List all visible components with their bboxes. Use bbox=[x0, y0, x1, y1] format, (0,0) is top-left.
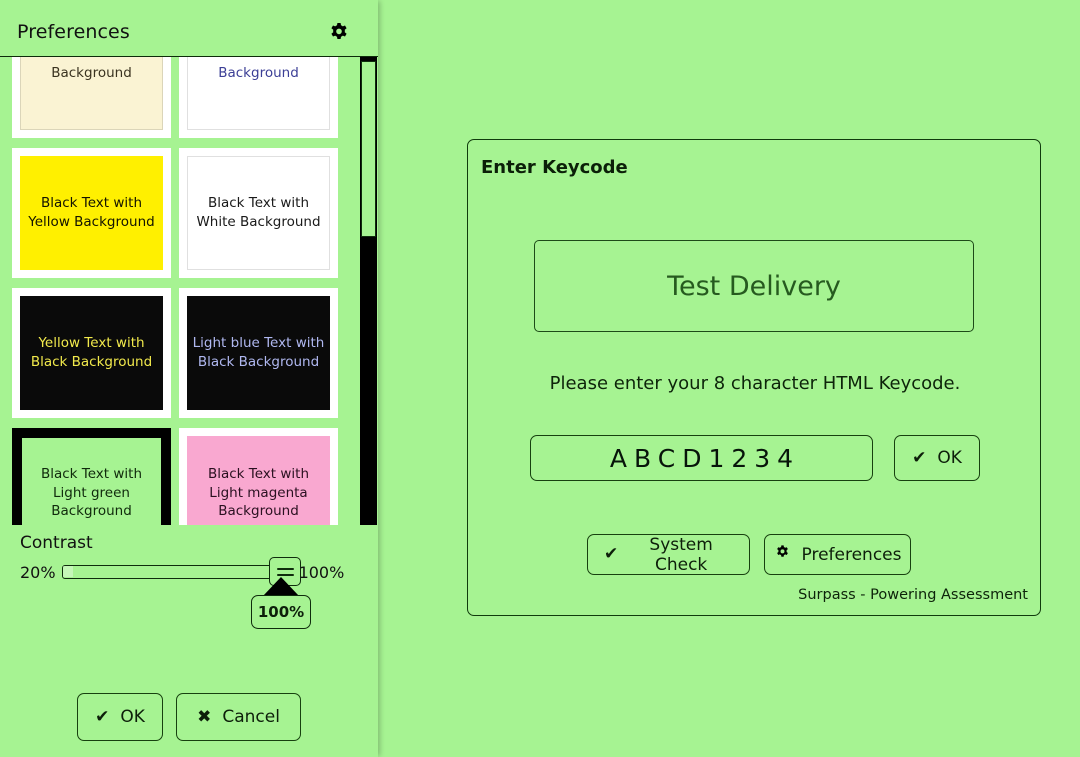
app-root: Preferences Background Background Black Te… bbox=[0, 0, 1080, 757]
scrollbar-thumb[interactable] bbox=[361, 61, 376, 237]
theme-tile-grid: Background Background Black Text with Yell… bbox=[0, 57, 355, 525]
check-icon: ✔ bbox=[95, 706, 110, 727]
theme-tile[interactable]: Black Text with White Background bbox=[179, 148, 338, 278]
preferences-button-label: Preferences bbox=[801, 544, 902, 565]
theme-tile[interactable]: Background bbox=[12, 57, 171, 138]
contrast-min-label: 20% bbox=[20, 562, 56, 582]
theme-tile-label: Background bbox=[187, 57, 330, 130]
theme-tile[interactable]: Black Text with Yellow Background bbox=[12, 148, 171, 278]
theme-tile-label: Yellow Text with Black Background bbox=[20, 296, 163, 410]
theme-tile[interactable]: Black Text with Light green Background bbox=[12, 428, 171, 525]
keycode-actions-row: ✔ System Check Preferences bbox=[587, 534, 911, 575]
page-title: Preferences bbox=[17, 21, 130, 43]
keycode-input[interactable] bbox=[530, 435, 873, 481]
theme-tile[interactable]: Light blue Text with Black Background bbox=[179, 288, 338, 418]
check-icon: ✔ bbox=[912, 447, 927, 468]
theme-list-viewport[interactable]: Background Background Black Text with Yell… bbox=[0, 56, 378, 525]
cancel-button-label: Cancel bbox=[222, 707, 280, 727]
dialog-title: Enter Keycode bbox=[481, 157, 628, 178]
slider-grip-line bbox=[276, 567, 294, 570]
preferences-footer: ✔ OK ✖ Cancel bbox=[0, 693, 378, 745]
check-icon: ✔ bbox=[604, 544, 619, 564]
theme-tile[interactable]: Yellow Text with Black Background bbox=[12, 288, 171, 418]
cancel-button[interactable]: ✖ Cancel bbox=[176, 693, 301, 741]
system-check-button[interactable]: ✔ System Check bbox=[587, 534, 750, 575]
keycode-ok-label: OK bbox=[937, 448, 962, 468]
keycode-entry-row: ✔ OK bbox=[530, 435, 980, 481]
slider-tooltip-arrow bbox=[263, 577, 299, 596]
keycode-dialog: Enter Keycode Test Delivery Please enter… bbox=[467, 139, 1041, 616]
theme-tile[interactable]: Black Text with Light magenta Background bbox=[179, 428, 338, 525]
theme-tile-label: Black Text with White Background bbox=[187, 156, 330, 270]
ok-button[interactable]: ✔ OK bbox=[77, 693, 163, 741]
theme-tile-label: Black Text with Light green Background bbox=[22, 438, 161, 525]
gear-icon bbox=[774, 544, 791, 565]
keycode-instruction: Please enter your 8 character HTML Keyco… bbox=[549, 373, 961, 394]
theme-tile-label: Black Text with Light magenta Background bbox=[187, 436, 330, 525]
test-delivery-box: Test Delivery bbox=[534, 240, 974, 332]
contrast-label: Contrast bbox=[20, 533, 93, 553]
theme-tile[interactable]: Background bbox=[179, 57, 338, 138]
brand-footer: Surpass - Powering Assessment bbox=[798, 587, 1028, 603]
slider-fill bbox=[62, 566, 73, 577]
preferences-header: Preferences bbox=[0, 0, 378, 56]
preferences-button[interactable]: Preferences bbox=[764, 534, 911, 575]
contrast-max-label: 100% bbox=[298, 562, 345, 582]
theme-tile-label: Background bbox=[20, 57, 163, 130]
test-delivery-label: Test Delivery bbox=[667, 270, 841, 302]
cross-icon: ✖ bbox=[197, 706, 212, 727]
system-check-label: System Check bbox=[649, 534, 713, 575]
keycode-ok-button[interactable]: ✔ OK bbox=[894, 435, 980, 481]
slider-value-tooltip: 100% bbox=[251, 595, 311, 629]
slider-track[interactable] bbox=[61, 565, 294, 579]
contrast-slider[interactable] bbox=[61, 557, 301, 586]
slider-grip-line bbox=[276, 573, 294, 576]
preferences-panel: Preferences Background Background Black Te… bbox=[0, 0, 378, 757]
contrast-section: Contrast 20% 100% bbox=[0, 525, 378, 645]
theme-tile-label: Black Text with Yellow Background bbox=[20, 156, 163, 270]
theme-tile-label: Light blue Text with Black Background bbox=[187, 296, 330, 410]
ok-button-label: OK bbox=[120, 707, 145, 727]
gear-icon[interactable] bbox=[327, 21, 351, 45]
theme-list-scrollbar[interactable] bbox=[360, 57, 377, 525]
